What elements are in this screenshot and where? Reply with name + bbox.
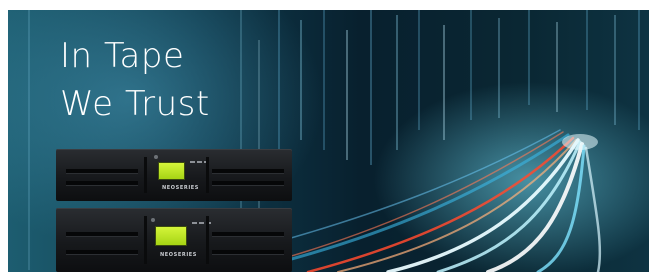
bezel-seam	[206, 216, 209, 264]
control-button	[197, 161, 202, 163]
magazine-slot	[66, 250, 138, 255]
magazine-slot	[212, 181, 284, 186]
magazine-slot	[66, 232, 138, 237]
hero-banner: In Tape We Trust NEOSERIES NEOSERIES	[8, 10, 649, 272]
status-led	[154, 155, 158, 159]
lcd-display	[155, 226, 187, 246]
brand-logo: NEOSERIES	[162, 185, 199, 191]
headline-line-1: In Tape	[60, 36, 185, 76]
magazine-slot	[66, 181, 138, 186]
bezel-seam	[144, 216, 147, 264]
brand-logo: NEOSERIES	[160, 252, 197, 258]
bezel-seam	[206, 157, 209, 193]
lcd-display	[158, 162, 185, 180]
magazine-slot	[212, 169, 284, 174]
control-button	[192, 222, 197, 224]
headline-line-2: We Trust	[60, 84, 210, 124]
vanishing-glow	[562, 134, 598, 150]
headline: In Tape We Trust	[60, 32, 210, 128]
control-button	[199, 222, 204, 224]
control-button	[190, 161, 195, 163]
bezel-seam	[144, 157, 147, 193]
magazine-slot	[212, 250, 284, 255]
status-led	[151, 218, 155, 222]
light-streaks	[247, 129, 602, 272]
tape-library-unit-top: NEOSERIES	[56, 149, 292, 201]
tape-library-unit-bottom: NEOSERIES	[56, 208, 292, 272]
magazine-slot	[212, 232, 284, 237]
magazine-slot	[66, 169, 138, 174]
